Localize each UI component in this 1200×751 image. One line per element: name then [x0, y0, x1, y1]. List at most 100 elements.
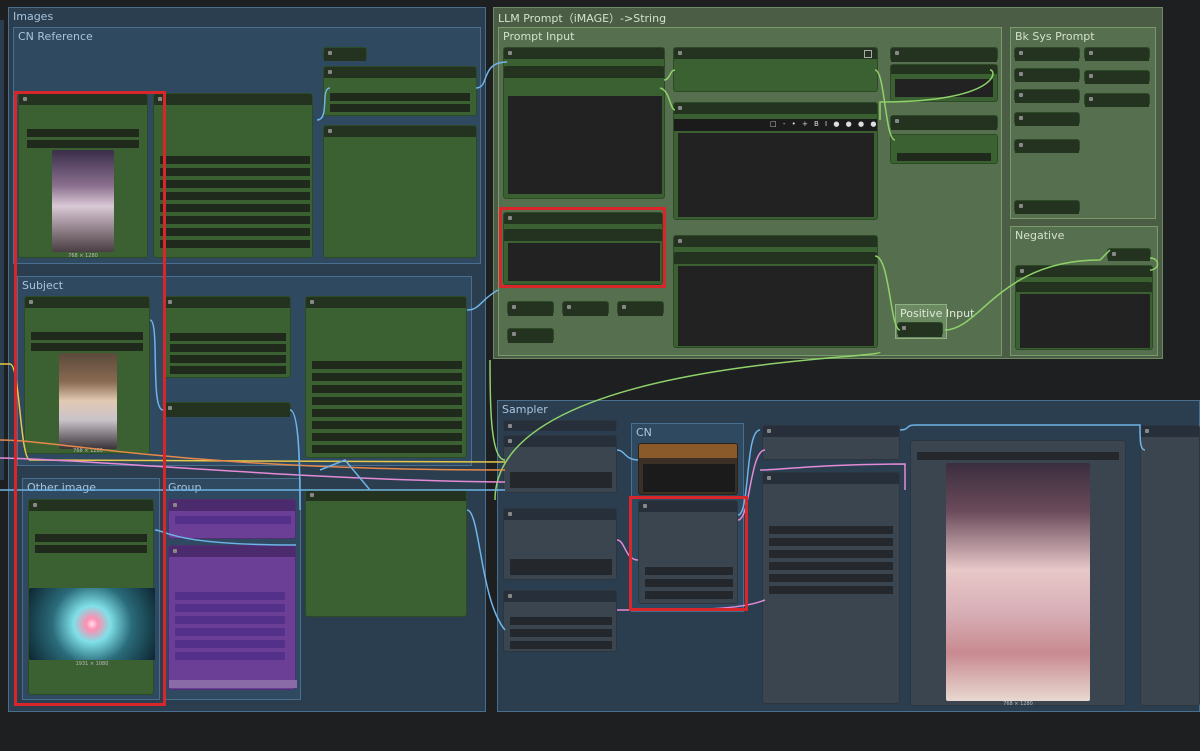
- subject-process-node[interactable]: [305, 296, 467, 458]
- node-widget[interactable]: [175, 616, 285, 624]
- subject-settings-node[interactable]: [163, 296, 291, 378]
- node-header[interactable]: [504, 421, 616, 431]
- node-widget[interactable]: [160, 216, 310, 224]
- node-header[interactable]: [763, 473, 899, 484]
- sys-node-3[interactable]: [1014, 68, 1080, 82]
- node-widget[interactable]: [510, 641, 612, 649]
- collapse-dot-icon[interactable]: [1019, 51, 1023, 55]
- node-widget[interactable]: [160, 180, 310, 188]
- node-header[interactable]: [306, 490, 466, 501]
- sys-node-1[interactable]: [1014, 47, 1080, 61]
- expand-icon[interactable]: [864, 50, 872, 58]
- node-header[interactable]: [508, 329, 553, 343]
- positive-node[interactable]: [897, 322, 943, 337]
- node-header[interactable]: [324, 126, 476, 137]
- collapse-dot-icon[interactable]: [328, 51, 332, 55]
- collapse-dot-icon[interactable]: [622, 305, 626, 309]
- collapse-dot-icon[interactable]: [512, 332, 516, 336]
- node-header[interactable]: [674, 236, 877, 247]
- collapse-dot-icon[interactable]: [1112, 252, 1116, 256]
- node-widget[interactable]: [312, 421, 462, 429]
- node-header[interactable]: [1015, 113, 1079, 126]
- node-header[interactable]: [154, 94, 312, 105]
- node-header[interactable]: [504, 48, 664, 59]
- node-widget[interactable]: [169, 680, 297, 688]
- node-header[interactable]: [618, 302, 663, 316]
- collapse-dot-icon[interactable]: [512, 305, 516, 309]
- collapse-dot-icon[interactable]: [1019, 93, 1023, 97]
- node-widget[interactable]: [160, 168, 310, 176]
- node-widget[interactable]: [312, 397, 462, 405]
- node-widget[interactable]: [160, 240, 310, 248]
- node-header[interactable]: [164, 297, 290, 308]
- node-widget[interactable]: [175, 604, 285, 612]
- purple-node-top[interactable]: [168, 499, 296, 539]
- mini-node-d[interactable]: [507, 328, 554, 343]
- cn-loader-node[interactable]: [638, 443, 738, 495]
- node-header[interactable]: [1016, 266, 1152, 277]
- prompt-textarea[interactable]: [508, 96, 662, 194]
- node-widget[interactable]: [170, 333, 286, 341]
- collapse-dot-icon[interactable]: [1020, 269, 1024, 273]
- sampler-node-c[interactable]: [503, 508, 617, 580]
- node-header[interactable]: [1015, 90, 1079, 103]
- collapse-dot-icon[interactable]: [508, 512, 512, 516]
- node-widget[interactable]: [160, 204, 310, 212]
- preview-image-node[interactable]: 768 × 1280: [910, 440, 1126, 707]
- node-header[interactable]: [1085, 48, 1149, 61]
- sampler-node-a[interactable]: [503, 420, 617, 431]
- ksampler-node[interactable]: [762, 472, 900, 704]
- collapse-dot-icon[interactable]: [328, 129, 332, 133]
- collapse-dot-icon[interactable]: [173, 549, 177, 553]
- node-header[interactable]: [1108, 249, 1150, 261]
- node-header[interactable]: [891, 65, 997, 74]
- node-header[interactable]: [169, 500, 295, 511]
- collapse-dot-icon[interactable]: [168, 406, 172, 410]
- collapse-dot-icon[interactable]: [767, 476, 771, 480]
- collapse-dot-icon[interactable]: [678, 239, 682, 243]
- preview-node-cn[interactable]: [323, 125, 477, 258]
- node-widget[interactable]: [160, 192, 310, 200]
- mini-node-a[interactable]: [507, 301, 554, 316]
- node-widget[interactable]: [312, 445, 462, 453]
- collapse-dot-icon[interactable]: [567, 305, 571, 309]
- node-widget[interactable]: [175, 628, 285, 636]
- sampler-node-b[interactable]: [503, 435, 617, 493]
- node-header[interactable]: [639, 444, 737, 458]
- collapse-dot-icon[interactable]: [1019, 204, 1023, 208]
- collapse-dot-icon[interactable]: [678, 51, 682, 55]
- collapse-dot-icon[interactable]: [310, 493, 314, 497]
- sys-node-8[interactable]: [1014, 139, 1080, 153]
- collapse-dot-icon[interactable]: [895, 51, 899, 55]
- collapse-dot-icon[interactable]: [173, 503, 177, 507]
- node-header[interactable]: [763, 426, 899, 437]
- node-header[interactable]: [891, 48, 997, 62]
- collapse-dot-icon[interactable]: [678, 106, 682, 110]
- collapse-dot-icon[interactable]: [1019, 116, 1023, 120]
- node-widget[interactable]: [769, 574, 893, 582]
- negative-text-area[interactable]: [1020, 294, 1150, 348]
- concat-node[interactable]: [673, 47, 878, 92]
- node-widget[interactable]: [312, 361, 462, 369]
- node-widget[interactable]: [510, 559, 612, 575]
- node-widget[interactable]: [175, 652, 285, 660]
- node-widget[interactable]: [917, 452, 1119, 460]
- cn-model-field[interactable]: [643, 464, 735, 492]
- node-header[interactable]: [1015, 140, 1079, 153]
- purple-node-bottom[interactable]: [168, 545, 297, 690]
- node-header[interactable]: [169, 546, 295, 557]
- node-widget[interactable]: [170, 366, 286, 374]
- node-widget[interactable]: [312, 409, 462, 417]
- negative-text-node[interactable]: [1015, 265, 1153, 350]
- node-widget[interactable]: [175, 592, 285, 600]
- collapse-dot-icon[interactable]: [1089, 97, 1093, 101]
- node-widget[interactable]: [160, 156, 310, 164]
- node-subheader[interactable]: [1016, 282, 1152, 292]
- node-header[interactable]: [1085, 71, 1149, 84]
- collapse-dot-icon[interactable]: [902, 326, 906, 330]
- node-widget[interactable]: [312, 373, 462, 381]
- node-header[interactable]: [563, 302, 608, 316]
- toolbar-icons[interactable]: □ - • + B I ● ● ● ●: [770, 120, 878, 128]
- toggle-widget[interactable]: [170, 344, 286, 352]
- node-header[interactable]: [1015, 48, 1079, 61]
